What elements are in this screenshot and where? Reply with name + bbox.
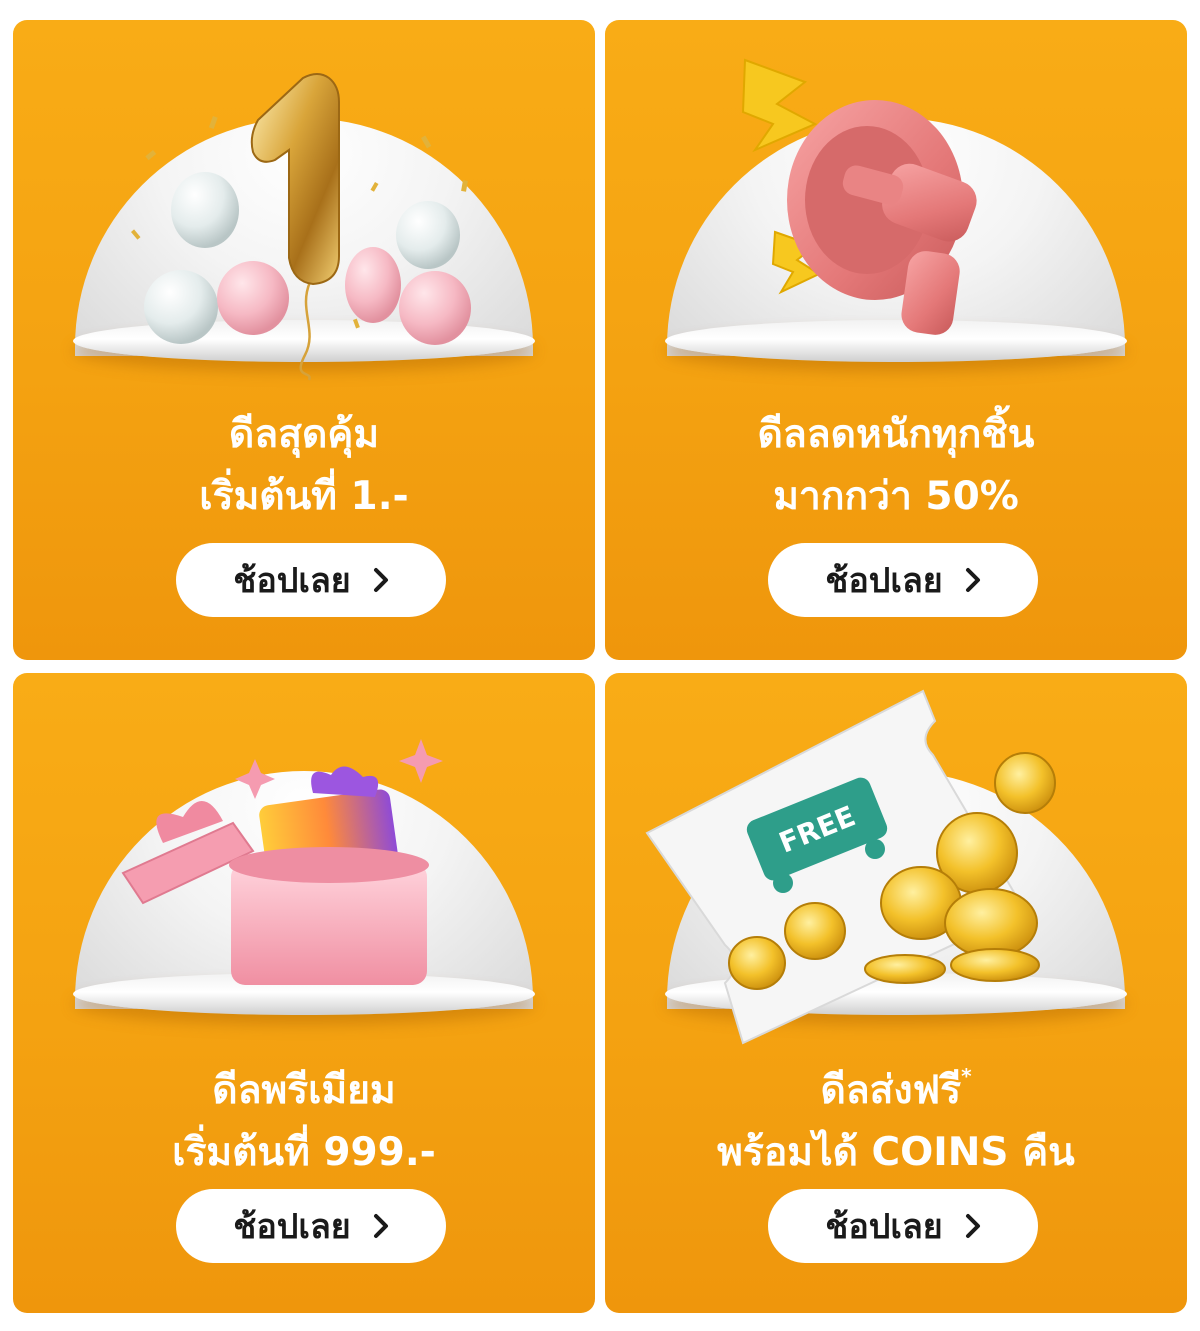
deal-title: ดีลลดหนักทุกชิ้น มากกว่า 50% (605, 404, 1187, 528)
truck-wheel (865, 839, 885, 859)
deal-title-line-2: เริ่มต้นที่ 1.- (199, 474, 409, 519)
sparkle-icon (399, 739, 443, 783)
deal-card-1-baht[interactable]: ดีลสุดคุ้ม เริ่มต้นที่ 1.- ช้อปเลย (13, 20, 595, 660)
shop-now-button[interactable]: ช้อปเลย (176, 543, 446, 617)
gold-number-one-balloon (250, 73, 340, 286)
balloons-illustration (130, 73, 471, 381)
chevron-right-icon (373, 1213, 389, 1239)
chevron-right-icon (965, 1213, 981, 1239)
deal-title-line-1-text: ดีลส่งฟรี (820, 1068, 962, 1113)
shop-now-label: ช้อปเลย (825, 561, 943, 601)
balloon-pink (399, 271, 471, 345)
deal-title: ดีลส่งฟรี* พร้อมได้ COINS คืน (605, 1060, 1187, 1184)
deal-grid: ดีลสุดคุ้ม เริ่มต้นที่ 1.- ช้อปเลย ดีลลด… (0, 0, 1200, 1331)
deal-title-line-1: ดีลส่งฟรี* (605, 1060, 1187, 1122)
shop-now-label: ช้อปเลย (825, 1207, 943, 1247)
lightning-bolt-icon (741, 58, 818, 153)
deal-title-line-1: ดีลลดหนักทุกชิ้น (757, 412, 1035, 457)
shop-now-button[interactable]: ช้อปเลย (176, 1189, 446, 1263)
gift-bow (311, 766, 379, 797)
free-shipping-illustration: FREE (645, 689, 1056, 1045)
deal-title-line-2: พร้อมได้ COINS คืน (717, 1130, 1075, 1175)
deal-card-free-shipping[interactable]: FREE ดีลส่งฟรี* พร้อมได้ COINS คืน ช้อปเ… (605, 673, 1187, 1313)
deal-title: ดีลพรีเมียม เริ่มต้นที่ 999.- (13, 1060, 595, 1184)
deal-title-line-1: ดีลสุดคุ้ม (228, 412, 380, 457)
balloon-ribbon (299, 281, 312, 381)
shop-now-label: ช้อปเลย (233, 561, 351, 601)
deal-card-premium[interactable]: ดีลพรีเมียม เริ่มต้นที่ 999.- ช้อปเลย (13, 673, 595, 1313)
deal-card-50-percent[interactable]: ดีลลดหนักทุกชิ้น มากกว่า 50% ช้อปเลย (605, 20, 1187, 660)
deal-title: ดีลสุดคุ้ม เริ่มต้นที่ 1.- (13, 404, 595, 528)
shop-now-button[interactable]: ช้อปเลย (768, 1189, 1038, 1263)
chevron-right-icon (965, 567, 981, 593)
terms-asterisk: * (961, 1064, 972, 1088)
balloon-white (171, 172, 239, 248)
deal-title-line-2: มากกว่า 50% (773, 474, 1019, 519)
balloon-white (144, 270, 218, 344)
chevron-right-icon (373, 567, 389, 593)
balloon-pink (217, 261, 289, 335)
shop-now-label: ช้อปเลย (233, 1207, 351, 1247)
deal-title-line-2: เริ่มต้นที่ 999.- (172, 1130, 436, 1175)
megaphone-illustration (741, 58, 977, 335)
truck-wheel (773, 873, 793, 893)
sparkle-icon (235, 759, 275, 799)
balloon-white (396, 201, 460, 269)
shop-now-button[interactable]: ช้อปเลย (768, 543, 1038, 617)
gift-box-illustration (121, 739, 443, 985)
balloon-pink (345, 247, 401, 323)
deal-title-line-1: ดีลพรีเมียม (212, 1068, 396, 1113)
